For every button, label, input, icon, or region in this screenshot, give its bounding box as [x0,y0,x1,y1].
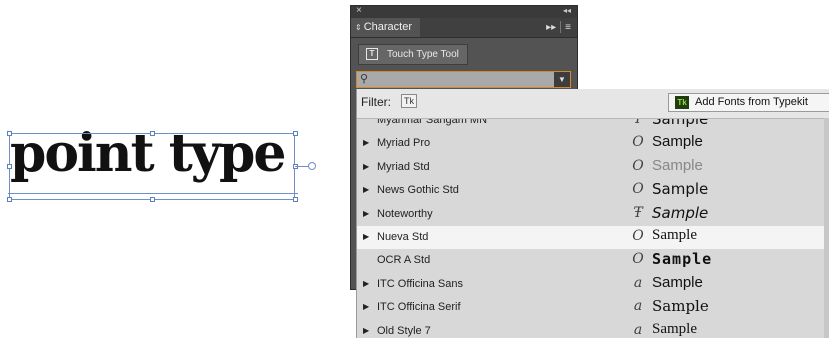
font-family-dropdown: Myanmar Sangam MN Ŧ Sample ▶ Myriad Pro O Samp… [356,89,829,338]
resize-handle-bottom-left[interactable] [7,197,12,202]
typekit-filter-button[interactable]: Tk [401,94,417,108]
expand-arrow-icon[interactable]: ▶ [363,185,369,194]
tab-character-label: Character [363,21,412,33]
expand-arrow-icon[interactable]: ▶ [363,162,369,171]
type-conversion-widget[interactable] [308,162,316,170]
panel-tab-bar: ⇕ Character ▸▸ ≡ [351,18,577,38]
font-sample: Sample [652,297,709,316]
font-sample: Sample [652,250,713,269]
font-name: Nueva Std [377,230,429,243]
type-widget-connector [295,166,309,167]
point-type-object[interactable]: point type [0,0,330,338]
font-sample: Sample [652,320,697,337]
font-search-field[interactable]: ⚲ ▼ [356,71,571,88]
resize-handle-bottom-right[interactable] [293,197,298,202]
filter-bar: Filter: Tk Tk Add Fonts from Typekit [357,89,829,119]
typekit-logo-icon: Tk [675,96,689,109]
add-fonts-from-typekit-button[interactable]: Tk Add Fonts from Typekit [668,93,829,112]
font-sample: Sample [652,203,709,222]
font-name: Old Style 7 [377,324,431,337]
resize-handle-top-right[interactable] [293,131,298,136]
font-name: OCR A Std [377,254,431,267]
font-list-item[interactable]: ▶ ITC Officina Sans a Sample [357,273,824,296]
font-sample: Sample [652,156,703,174]
resize-handle-top-left[interactable] [7,131,12,136]
font-type-icon: O [632,157,644,174]
font-list-scrollbar[interactable] [824,118,829,338]
font-list-item[interactable]: ▶ ITC Officina Serif a Sample [357,296,824,319]
panel-title-bar[interactable]: × ◂◂ [351,5,577,18]
touch-type-tool-button[interactable]: T Touch Type Tool [358,44,468,65]
font-list-item[interactable]: ▶ Nueva Std O Sample [357,225,824,250]
font-name: Myriad Pro [377,137,431,150]
collapse-panel-icon[interactable]: ◂◂ [563,5,571,17]
header-divider [560,21,562,34]
font-name: Noteworthy [377,207,433,220]
expand-arrow-icon[interactable]: ▶ [363,209,369,218]
resize-handle-middle-left[interactable] [7,164,12,169]
expand-arrow-icon[interactable]: ▶ [363,138,369,147]
font-type-icon: O [632,251,644,268]
filter-label: Filter: [361,95,391,109]
touch-type-icon: T [366,48,378,60]
font-sample: Sample [652,273,703,291]
font-type-icon: a [633,274,643,291]
resize-handle-bottom-middle[interactable] [150,197,155,202]
font-type-icon: a [633,298,643,315]
font-list-item[interactable]: ▶ Noteworthy Ŧ Sample [357,203,824,226]
font-list-item[interactable]: ▶ Old Style 7 a Sample [357,320,824,338]
font-list-item[interactable]: ▶ News Gothic Std O Sample [357,179,824,202]
font-list-item[interactable]: OCR A Std O Sample [357,249,824,272]
touch-type-label: Touch Type Tool [387,49,459,60]
font-type-icon: O [632,134,644,151]
font-sample: Sample [652,133,703,151]
tab-resize-arrows-icon[interactable]: ⇕ [355,23,362,32]
expand-arrow-icon[interactable]: ▶ [363,232,369,241]
panel-menu-icon[interactable]: ≡ [565,22,571,33]
search-icon: ⚲ [360,73,369,85]
expand-arrow-icon[interactable]: ▶ [363,326,369,335]
selection-bounding-box [9,133,295,200]
font-name: News Gothic Std [377,184,459,197]
font-name: ITC Officina Sans [377,277,463,290]
font-dropdown-arrow-icon[interactable]: ▼ [554,72,570,87]
font-sample: Sample [652,180,709,199]
font-name: Myriad Std [377,160,430,173]
resize-handle-top-middle[interactable] [150,131,155,136]
font-type-icon: a [633,321,643,338]
expand-arrow-icon[interactable]: ▶ [363,279,369,288]
add-fonts-label: Add Fonts from Typekit [695,96,808,108]
tab-character[interactable]: ⇕ Character [351,18,420,37]
font-type-icon: O [632,181,644,198]
font-list-item[interactable]: ▶ Myriad Std O Sample [357,156,824,179]
font-type-icon: Ŧ [633,204,643,221]
font-list: Myanmar Sangam MN Ŧ Sample ▶ Myriad Pro O Samp… [357,109,824,338]
expand-arrow-icon[interactable]: ▶ [363,302,369,311]
fast-forward-icon[interactable]: ▸▸ [546,22,556,33]
font-name: ITC Officina Serif [377,301,461,314]
panel-header-controls: ▸▸ ≡ [546,18,571,37]
font-list-item[interactable]: ▶ Myriad Pro O Sample [357,132,824,155]
font-type-icon: O [632,227,644,244]
close-panel-icon[interactable]: × [356,5,362,17]
font-sample: Sample [652,226,697,243]
